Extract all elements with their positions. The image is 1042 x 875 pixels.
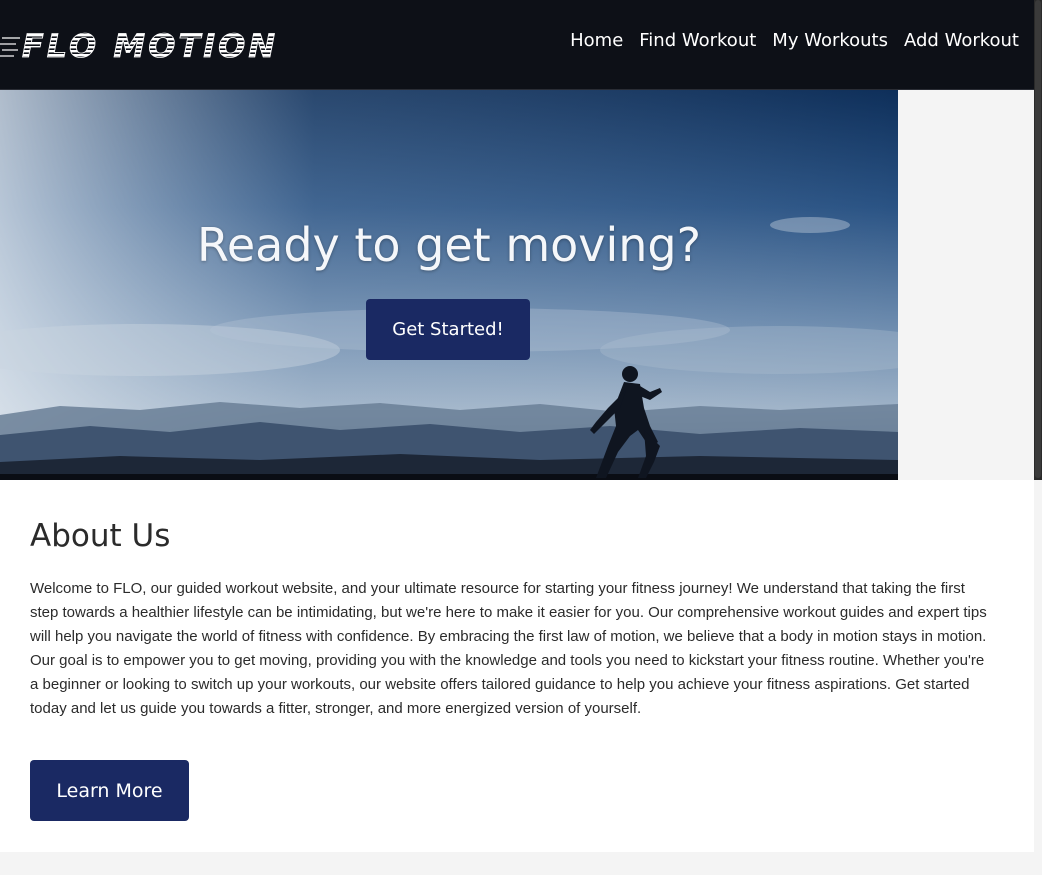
hero-title: Ready to get moving? xyxy=(196,218,702,272)
hero-side-panel xyxy=(898,90,1034,480)
site-header: FLO MOTION Home Find Workout My Workouts… xyxy=(0,0,1034,90)
page-footer-strip xyxy=(0,852,1042,875)
about-body: Welcome to FLO, our guided workout websi… xyxy=(30,580,987,717)
nav-add-workout[interactable]: Add Workout xyxy=(904,30,1019,51)
get-started-button[interactable]: Get Started! xyxy=(366,299,530,360)
main-nav: Home Find Workout My Workouts Add Workou… xyxy=(570,30,1019,51)
nav-home[interactable]: Home xyxy=(570,30,623,51)
hero-banner: Ready to get moving? Get Started! xyxy=(0,90,898,480)
flo-motion-logo[interactable]: FLO MOTION xyxy=(0,26,300,66)
scrollbar-thumb[interactable] xyxy=(1035,0,1041,478)
logo-text: FLO MOTION xyxy=(22,27,278,65)
learn-more-button[interactable]: Learn More xyxy=(30,760,189,821)
about-heading: About Us xyxy=(30,518,171,554)
nav-my-workouts[interactable]: My Workouts xyxy=(772,30,888,51)
nav-find-workout[interactable]: Find Workout xyxy=(639,30,756,51)
hero-background-image xyxy=(0,90,898,480)
about-section: About Us Welcome to FLO, our guided work… xyxy=(0,480,1034,852)
